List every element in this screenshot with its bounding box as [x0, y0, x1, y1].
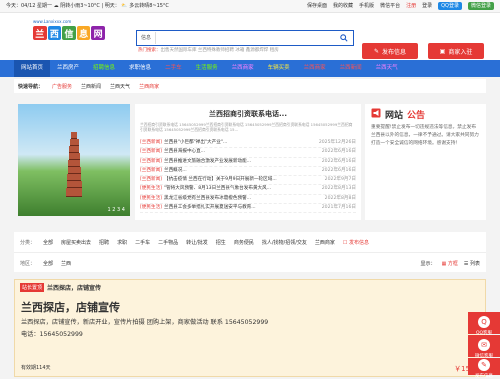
category-filter: 分类： 全部 房屋买卖出去 招聘 求职 二手车 二手物品 转让/批发 招生 商务… [14, 232, 486, 272]
filter-category[interactable]: 二手物品 [158, 239, 178, 246]
edit-icon: ✎ [478, 359, 490, 371]
filter-area[interactable]: 兰西 [61, 260, 71, 267]
news-panel: 兰西招商引资联系电话... 兰西招商引资联系电话 15645052999兰西招商… [135, 104, 361, 220]
main-content: 1 2 3 4 兰西招商引资联系电话... 兰西招商引资联系电话 1564505… [14, 104, 486, 222]
listing-description: 兰西探店，店铺宣传，新店开业，宣传片拍摄 团购上架，商家做活动 联系 15645… [21, 319, 269, 326]
header: www.Lanxixxx.com 兰 西 信 息 网 信息 热门搜索：出售天然国… [0, 13, 500, 60]
side-post-button[interactable]: ✎ 发布信息 [468, 358, 500, 379]
site-logo[interactable]: www.Lanxixxx.com 兰 西 信 息 网 [33, 19, 105, 55]
wechat-login-button[interactable]: 微信登录 [467, 2, 494, 10]
filter-category[interactable]: 全部 [43, 239, 53, 246]
listing-title[interactable]: 兰西探店，店铺宣传 [15, 295, 485, 315]
list-item[interactable]: [便民生活] 兰西县工会多举措扎实开展夏送安平与教育... 2021年7月16日 [140, 204, 356, 214]
listing-phone: 电话：15645052999 [21, 331, 83, 338]
mobile-link[interactable]: 手机版 [359, 0, 374, 12]
register-link[interactable]: 注册 [406, 0, 416, 12]
post-info-link[interactable]: ☐ 发布信息 [343, 239, 369, 246]
list-item[interactable]: [兰西新闻] 兰西县"小巨都"禅出"大产业"... 2025年12月26日 [140, 139, 356, 149]
grid-view-toggle[interactable]: ▦ 方框 [442, 260, 458, 267]
headline-title[interactable]: 兰西招商引资联系电话... [135, 109, 361, 119]
weather-icon: ⛅ [121, 3, 128, 9]
quick-ad-service[interactable]: 广告服务 [52, 83, 72, 90]
merchant-join-button[interactable]: ▣ 商家入驻 [428, 43, 484, 59]
nav-used-cars[interactable]: 二手车 [158, 60, 189, 77]
search-icon[interactable] [335, 32, 353, 44]
listing-card[interactable]: 站长置顶 兰西探店，店铺宣传 兰西探店，店铺宣传 兰西探店，店铺宣传，新店开业，… [14, 279, 486, 377]
headline-summary: 兰西招商引资联系电话 15645052999兰西招商引资联系电话 1564505… [140, 122, 353, 132]
wechat-icon: ✉ [478, 339, 490, 351]
filter-category[interactable]: 房屋买卖出去 [61, 239, 91, 246]
favorites-link[interactable]: 我的收藏 [333, 0, 353, 12]
quick-merchants[interactable]: 兰西商家 [139, 83, 159, 90]
date-weather: 今天：04/12 星期一 ☁ 阴转小雨3~10°C | 明天： ⛅ 多云转晴8~… [6, 3, 169, 9]
listing-validity: 有效期114天 [21, 365, 51, 371]
notice-title: 网站 公告 [365, 104, 486, 121]
list-view-toggle[interactable]: ☰ 列表 [464, 260, 480, 267]
store-icon: ▣ [439, 47, 446, 55]
filter-category[interactable]: 求职 [117, 239, 127, 246]
weather-icon: ☁ [53, 3, 59, 9]
login-link[interactable]: 登录 [422, 0, 432, 12]
notice-panel: 网站 公告 重要提醒!禁止发布一切违规违法等信息，禁止发布兰西县以外的信息，一律不… [365, 104, 486, 220]
search-bar[interactable]: 信息 [136, 30, 354, 46]
wechat-service-button[interactable]: ✉ 微信客服 [468, 335, 500, 359]
list-item[interactable]: [便民生活] 黑龙江省级党有兰西县发布冰雹橙色预警... 2022年8月8日 [140, 195, 356, 205]
nav-jobs[interactable]: 招聘信息 [86, 60, 122, 77]
quick-news[interactable]: 兰西新闻 [81, 83, 101, 90]
notice-body: 重要提醒!禁止发布一切违规违法等信息，禁止发布兰西县以外的信息，一律不予通过。请… [371, 125, 479, 146]
quick-weather[interactable]: 兰西天气 [110, 83, 130, 90]
pinned-badge: 站长置顶 [20, 283, 45, 292]
filter-category[interactable]: 兰西商家 [315, 239, 335, 246]
save-desktop-link[interactable]: 保存桌面 [307, 0, 327, 12]
listing-head[interactable]: 兰西探店，店铺宣传 [47, 283, 101, 292]
quick-nav: 快速导航： 广告服务 兰西新闻 兰西天气 兰西商家 [14, 79, 486, 93]
megaphone-icon [371, 108, 381, 121]
nav-life-services[interactable]: 生活服务 [189, 60, 225, 77]
hot-searches: 热门搜索：出售天然国际车库 兰西特殊教师招聘 冰箱 鑫源都焊焊 租房 [138, 48, 279, 53]
filter-area-all[interactable]: 全部 [43, 260, 53, 267]
nav-merchants-2[interactable]: 兰西商家 [297, 60, 333, 77]
filter-category[interactable]: 二手车 [135, 239, 150, 246]
list-item[interactable]: [兰西新闻] 兰西县海报中心直... 2022年6月16日 [140, 148, 356, 158]
list-item[interactable]: [兰西新闻] 兰西概况... 2022年6月16日 [140, 167, 356, 177]
top-bar: 今天：04/12 星期一 ☁ 阴转小雨3~10°C | 明天： ⛅ 多云转晴8~… [0, 0, 500, 13]
slider-indicator[interactable]: 1 2 3 4 [108, 207, 126, 213]
wechat-link[interactable]: 微信平台 [380, 0, 400, 12]
nav-vehicles[interactable]: 车辆买卖 [261, 60, 297, 77]
filter-category[interactable]: 招聘 [99, 239, 109, 246]
news-list: [兰西新闻] 兰西县"小巨都"禅出"大产业"... 2025年12月26日 [兰西新… [135, 136, 361, 214]
nav-merchants[interactable]: 兰西商家 [225, 60, 261, 77]
nav-realestate[interactable]: 兰西房产 [50, 60, 86, 77]
qq-icon: Q [478, 316, 490, 328]
nav-home[interactable]: 网站首页 [14, 60, 51, 77]
post-info-button[interactable]: ✎ 发布信息 [362, 43, 418, 59]
filter-category[interactable]: 商务便民 [234, 239, 254, 246]
qq-login-button[interactable]: QQ登录 [438, 2, 462, 10]
edit-icon: ✎ [373, 47, 379, 55]
main-nav: 网站首页 兰西房产 招聘信息 求职信息 二手车 生活服务 兰西商家 车辆买卖 兰… [0, 60, 500, 77]
nav-job-seek[interactable]: 求职信息 [122, 60, 158, 77]
pagoda-image [66, 132, 82, 202]
filter-category[interactable]: 找人/找物/招领/交友 [262, 239, 307, 246]
qq-service-button[interactable]: Q QQ客服 [468, 312, 500, 336]
search-category-select[interactable]: 信息 [137, 32, 157, 44]
nav-news[interactable]: 兰西新闻 [333, 60, 369, 77]
filter-category[interactable]: 转让/批发 [186, 239, 208, 246]
list-item[interactable]: [兰西新闻] 兰西县推进文旅融合激发产业发展新动能... 2022年6月16日 [140, 158, 356, 167]
filter-category[interactable]: 招生 [216, 239, 226, 246]
nav-weather[interactable]: 兰西天气 [369, 60, 405, 77]
list-item[interactable]: [兰西新闻] 【抗击疫情 兰西在行动】关于9月9日开展新一轮区域... 2022年9… [140, 176, 356, 186]
image-slider[interactable]: 1 2 3 4 [18, 104, 130, 216]
list-item[interactable]: [便民生活] "管将大风预警、8月13日兰西县气象台发布黄大风... 2022年8月… [140, 185, 356, 195]
